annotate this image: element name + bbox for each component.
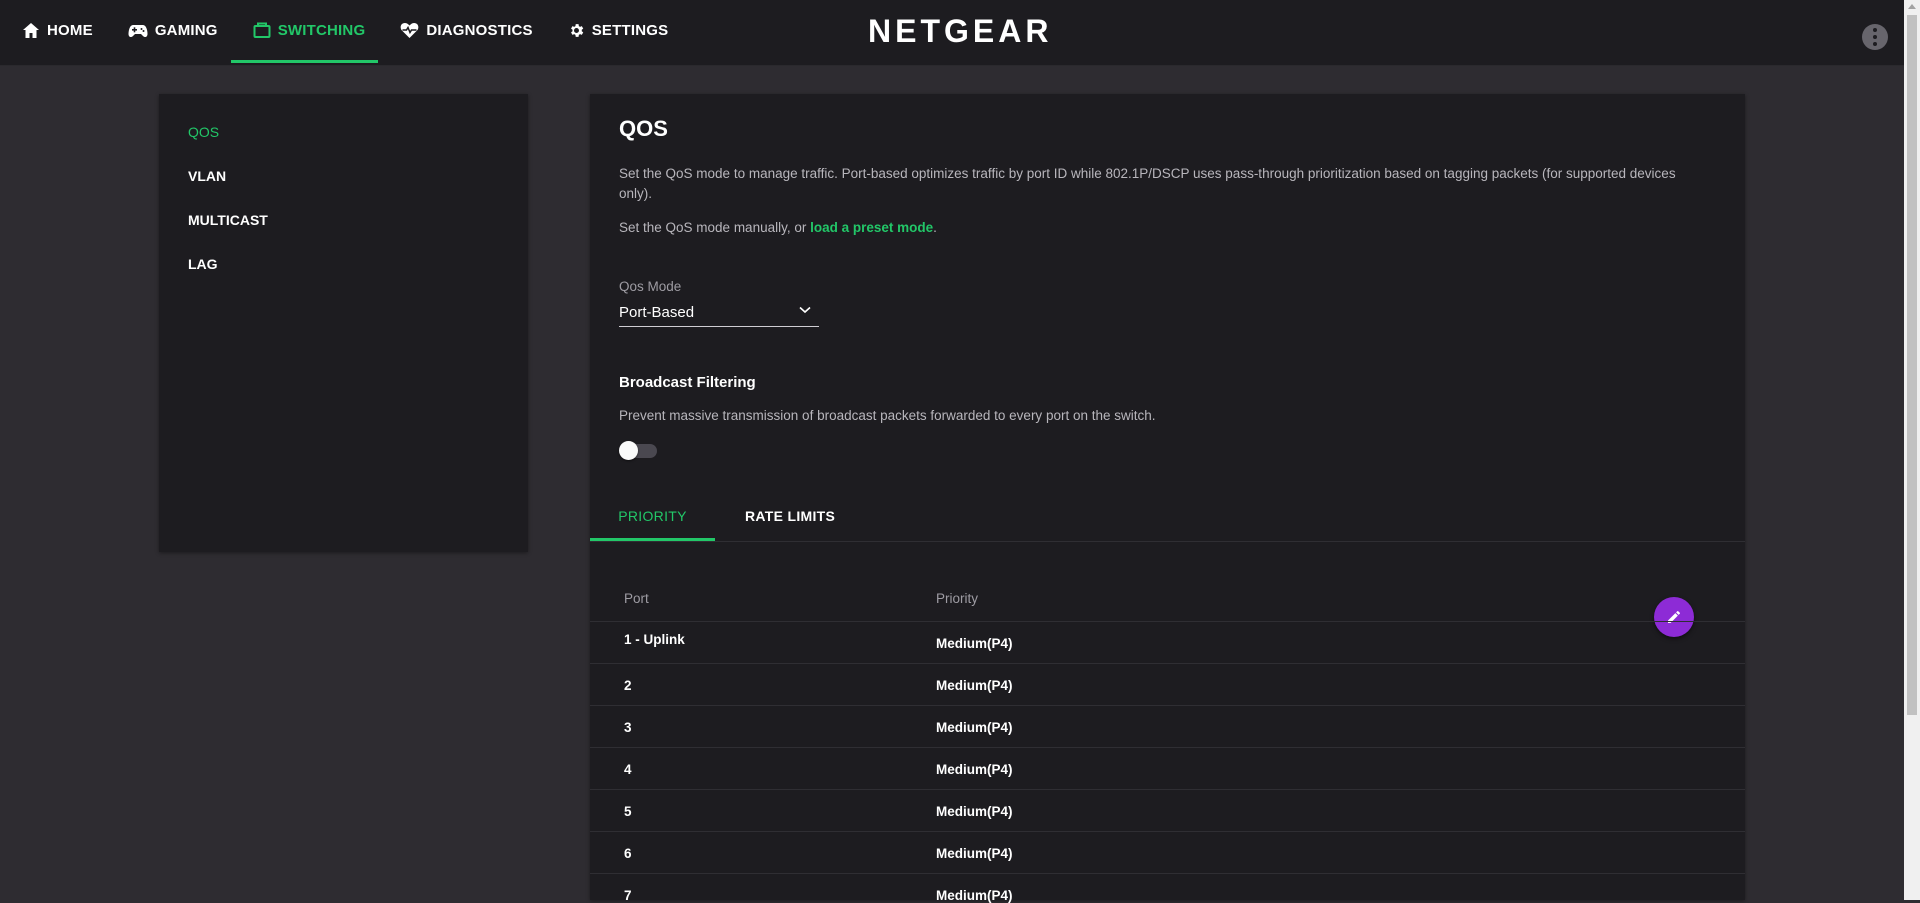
port-cell: 4 (624, 762, 632, 777)
sidebar-item-vlan[interactable]: VLAN (188, 168, 226, 184)
port-cell: 2 (624, 678, 632, 693)
switching-sidebar: QOS VLAN MULTICAST LAG (159, 94, 528, 552)
heart-pulse-icon (400, 23, 419, 38)
priority-cell: Medium(P4) (936, 846, 1013, 861)
broadcast-filtering-title: Broadcast Filtering (619, 374, 756, 391)
more-vertical-icon[interactable] (1862, 24, 1888, 50)
nav-switching[interactable]: SWITCHING (230, 0, 379, 63)
sidebar-item-qos[interactable]: QOS (188, 124, 219, 140)
table-row[interactable]: 6 Medium(P4) (590, 831, 1745, 874)
scrollbar-thumb[interactable] (1907, 15, 1917, 715)
port-cell: 5 (624, 804, 632, 819)
qos-mode-select[interactable]: Port-Based (619, 300, 819, 327)
broadcast-filtering-toggle[interactable] (619, 440, 659, 460)
nav-settings[interactable]: SETTINGS (546, 0, 682, 63)
priority-cell: Medium(P4) (936, 720, 1013, 735)
tab-priority[interactable]: PRIORITY (590, 494, 715, 541)
port-cell: 7 (624, 888, 632, 903)
nav-switching-label: SWITCHING (277, 21, 366, 39)
qos-manual-text: Set the QoS mode manually, or load a pre… (619, 220, 937, 235)
manual-suffix: . (933, 220, 937, 235)
table-row[interactable]: 7 Medium(P4) (590, 873, 1745, 903)
tab-rate-limits[interactable]: RATE LIMITS (745, 494, 845, 538)
manual-text: Set the QoS mode manually, or (619, 220, 811, 235)
table-row[interactable]: 4 Medium(P4) (590, 747, 1745, 790)
nav-home[interactable]: HOME (0, 0, 106, 63)
column-header-port: Port (624, 591, 649, 606)
nav-diagnostics-label: DIAGNOSTICS (426, 22, 533, 39)
table-row[interactable]: 3 Medium(P4) (590, 705, 1745, 748)
qos-tabs: PRIORITY RATE LIMITS (590, 494, 1745, 542)
gamepad-icon (128, 24, 148, 37)
nav-gaming[interactable]: GAMING (106, 0, 231, 63)
nav-diagnostics[interactable]: DIAGNOSTICS (378, 0, 545, 63)
table-row[interactable]: 1 - Uplink Medium(P4) (590, 621, 1745, 664)
nav-settings-label: SETTINGS (591, 22, 669, 39)
qos-mode-value: Port-Based (619, 304, 695, 321)
qos-mode-label: Qos Mode (619, 279, 682, 294)
chevron-down-icon (799, 306, 811, 314)
top-navigation-bar: HOME GAMING SWITCHING DIAGNOSTICS SETTIN… (0, 0, 1904, 66)
qos-description: Set the QoS mode to manage traffic. Port… (619, 166, 1676, 201)
switch-icon (253, 22, 271, 38)
table-row[interactable]: 5 Medium(P4) (590, 789, 1745, 832)
sidebar-item-multicast[interactable]: MULTICAST (188, 212, 268, 228)
priority-cell: Medium(P4) (936, 762, 1013, 777)
sidebar-item-lag[interactable]: LAG (188, 256, 218, 272)
gear-icon (570, 24, 583, 37)
scroll-up-arrow-icon[interactable] (1908, 4, 1916, 9)
priority-cell: Medium(P4) (936, 636, 1013, 651)
home-icon (23, 23, 39, 38)
nav-gaming-label: GAMING (154, 22, 218, 39)
qos-panel: QOS Set the QoS mode to manage traffic. … (590, 94, 1745, 903)
nav-home-label: HOME (47, 22, 93, 39)
port-cell: 3 (624, 720, 632, 735)
toggle-knob (619, 441, 638, 460)
netgear-logo: NETGEAR (868, 13, 1053, 49)
column-header-priority: Priority (936, 591, 979, 606)
port-cell: 1 - Uplink (624, 632, 685, 647)
broadcast-filtering-description: Prevent massive transmission of broadcas… (619, 408, 1156, 423)
priority-cell: Medium(P4) (936, 888, 1013, 903)
priority-cell: Medium(P4) (936, 678, 1013, 693)
table-row[interactable]: 2 Medium(P4) (590, 663, 1745, 706)
page-scrollbar[interactable] (1904, 0, 1920, 900)
port-cell: 6 (624, 846, 632, 861)
page-title: QOS (619, 116, 668, 141)
load-preset-link[interactable]: load a preset mode (810, 220, 933, 235)
priority-cell: Medium(P4) (936, 804, 1013, 819)
main-nav: HOME GAMING SWITCHING DIAGNOSTICS SETTIN… (0, 0, 681, 65)
